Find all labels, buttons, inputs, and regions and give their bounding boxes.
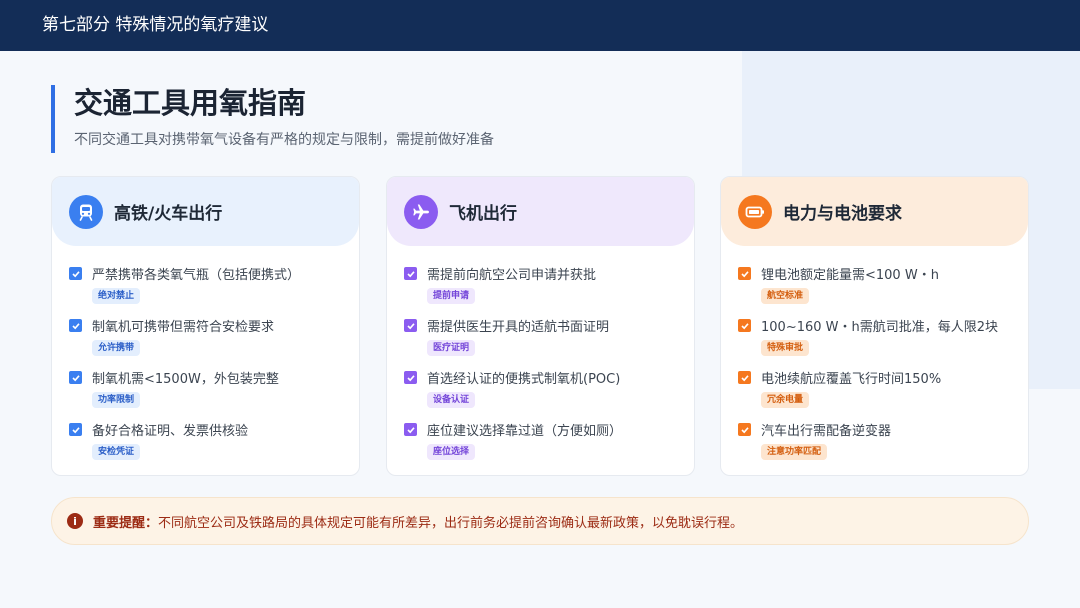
item-list: 需提前向航空公司申请并获批 提前申请 需提供医生开具的适航书面证明 医疗证明 首… (387, 246, 694, 472)
airplane-icon (404, 194, 438, 229)
item-tag: 设备认证 (427, 392, 476, 408)
item-tag: 允许携带 (92, 340, 141, 356)
checkbox-icon (404, 423, 417, 436)
item-text: 100~160 W・h需航司批准，每人限2块 (761, 320, 999, 335)
card-header: 飞机出行 (387, 177, 694, 246)
item-text: 需提供医生开具的适航书面证明 (427, 320, 610, 335)
list-item: 制氧机可携带但需符合安检要求 允许携带 (69, 316, 359, 368)
item-list: 锂电池额定能量需<100 W・h 航空标准 100~160 W・h需航司批准，每… (721, 246, 1028, 472)
list-item: 锂电池额定能量需<100 W・h 航空标准 (738, 264, 1028, 316)
checkbox-icon (69, 319, 82, 332)
item-tag: 注意功率匹配 (761, 444, 828, 460)
item-text: 电池续航应覆盖飞行时间150% (761, 372, 942, 387)
list-item: 电池续航应覆盖飞行时间150% 冗余电量 (738, 368, 1028, 420)
item-text: 座位建议选择靠过道（方便如厕） (427, 424, 623, 439)
page-subtitle: 不同交通工具对携带氧气设备有严格的规定与限制，需提前做好准备 (74, 132, 494, 148)
item-tag: 特殊审批 (761, 340, 810, 356)
info-icon: i (67, 513, 83, 529)
card-header: 高铁/火车出行 (52, 177, 359, 246)
battery-icon (738, 194, 772, 229)
checkbox-icon (69, 423, 82, 436)
checkbox-icon (738, 423, 751, 436)
card-header: 电力与电池要求 (721, 177, 1028, 246)
list-item: 100~160 W・h需航司批准，每人限2块 特殊审批 (738, 316, 1028, 368)
item-text: 首选经认证的便携式制氧机(POC) (427, 372, 621, 387)
section-title: 第七部分 特殊情况的氧疗建议 (42, 15, 269, 35)
item-tag: 功率限制 (92, 392, 141, 408)
list-item: 制氧机需<1500W，外包装完整 功率限制 (69, 368, 359, 420)
list-item: 严禁携带各类氧气瓶（包括便携式） 绝对禁止 (69, 264, 359, 316)
item-text: 锂电池额定能量需<100 W・h (761, 268, 939, 283)
item-text: 制氧机可携带但需符合安检要求 (92, 320, 275, 335)
title-block: 交通工具用氧指南 不同交通工具对携带氧气设备有严格的规定与限制，需提前做好准备 (51, 85, 494, 153)
page-title: 交通工具用氧指南 (74, 86, 307, 120)
item-tag: 绝对禁止 (92, 288, 141, 304)
item-tag: 医疗证明 (427, 340, 476, 356)
important-notice: i 重要提醒： 不同航空公司及铁路局的具体规定可能有所差异，出行前务必提前咨询确… (51, 497, 1029, 545)
notice-text: 不同航空公司及铁路局的具体规定可能有所差异，出行前务必提前咨询确认最新政策，以免… (158, 515, 744, 531)
card-title: 电力与电池要求 (783, 204, 902, 224)
list-item: 需提供医生开具的适航书面证明 医疗证明 (404, 316, 694, 368)
item-tag: 提前申请 (427, 288, 476, 304)
item-tag: 航空标准 (761, 288, 810, 304)
checkbox-icon (404, 319, 417, 332)
item-text: 严禁携带各类氧气瓶（包括便携式） (92, 268, 301, 283)
item-text: 需提前向航空公司申请并获批 (427, 268, 597, 283)
item-tag: 座位选择 (427, 444, 476, 460)
item-tag: 冗余电量 (761, 392, 810, 408)
card-train: 高铁/火车出行 严禁携带各类氧气瓶（包括便携式） 绝对禁止 制氧机可携带但需符合… (51, 176, 360, 476)
list-item: 需提前向航空公司申请并获批 提前申请 (404, 264, 694, 316)
checkbox-icon (738, 371, 751, 384)
checkbox-icon (738, 319, 751, 332)
item-list: 严禁携带各类氧气瓶（包括便携式） 绝对禁止 制氧机可携带但需符合安检要求 允许携… (52, 246, 359, 472)
checkbox-icon (404, 267, 417, 280)
item-text: 制氧机需<1500W，外包装完整 (92, 372, 279, 387)
train-icon (69, 194, 103, 229)
list-item: 汽车出行需配备逆变器 注意功率匹配 (738, 420, 1028, 472)
card-title: 飞机出行 (449, 204, 517, 224)
card-battery: 电力与电池要求 锂电池额定能量需<100 W・h 航空标准 100~160 W・… (720, 176, 1029, 476)
card-title: 高铁/火车出行 (114, 204, 223, 224)
checkbox-icon (69, 371, 82, 384)
section-header: 第七部分 特殊情况的氧疗建议 (0, 0, 1080, 51)
card-airplane: 飞机出行 需提前向航空公司申请并获批 提前申请 需提供医生开具的适航书面证明 医… (386, 176, 695, 476)
checkbox-icon (404, 371, 417, 384)
item-text: 备好合格证明、发票供核验 (92, 424, 249, 439)
checkbox-icon (69, 267, 82, 280)
item-text: 汽车出行需配备逆变器 (761, 424, 892, 439)
item-tag: 安检凭证 (92, 444, 141, 460)
checkbox-icon (738, 267, 751, 280)
list-item: 备好合格证明、发票供核验 安检凭证 (69, 420, 359, 472)
list-item: 首选经认证的便携式制氧机(POC) 设备认证 (404, 368, 694, 420)
notice-label: 重要提醒： (93, 515, 159, 531)
list-item: 座位建议选择靠过道（方便如厕） 座位选择 (404, 420, 694, 472)
